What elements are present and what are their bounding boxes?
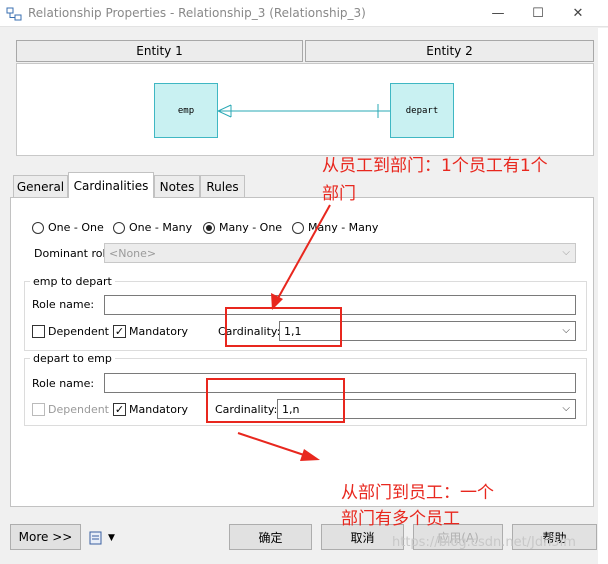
save-menu-button[interactable]: ▼ <box>89 529 125 547</box>
annotation-top-line1: 从员工到部门：1个员工有1个 <box>322 156 548 176</box>
document-icon <box>89 531 102 545</box>
tab-cardinalities[interactable]: Cardinalities <box>68 172 154 198</box>
annotation-bottom-line1: 从部门到员工：一个 <box>341 483 494 503</box>
annotation-arrows <box>237 204 331 461</box>
more-button[interactable]: More >> <box>10 524 81 550</box>
annotation-bottom-line2: 部门有多个员工 <box>341 509 460 529</box>
ok-button[interactable]: 确定 <box>229 524 312 550</box>
watermark: https://blog.csdn.net/Jdn5lm <box>392 535 576 550</box>
dropdown-arrow-icon: ▼ <box>108 533 115 543</box>
annotation-top-line2: 部门 <box>322 184 356 204</box>
